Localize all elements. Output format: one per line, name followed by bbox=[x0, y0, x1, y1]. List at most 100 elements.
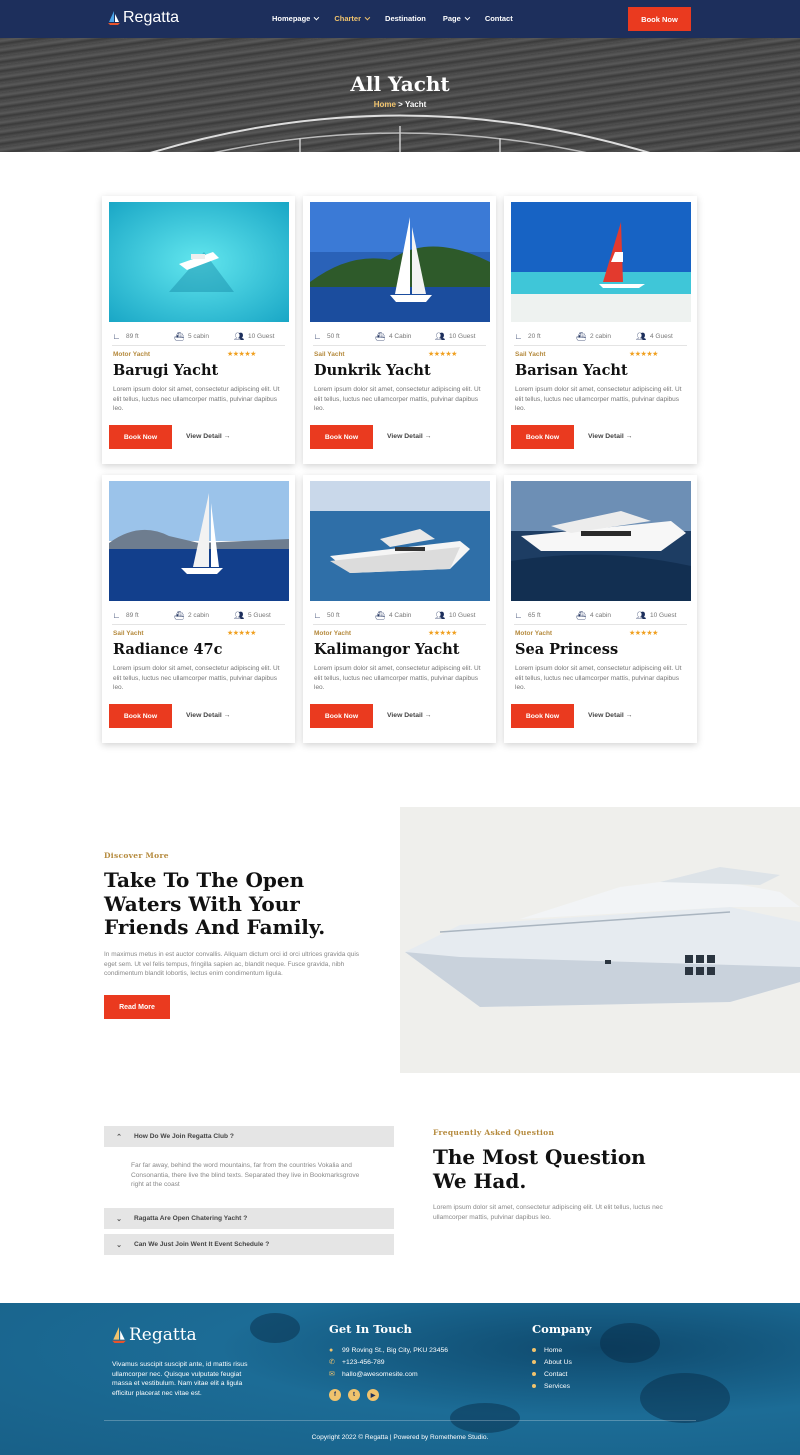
menu-item-contact[interactable]: Contact bbox=[485, 14, 513, 23]
yacht-name[interactable]: Radiance 47c bbox=[113, 641, 222, 658]
book-now-button[interactable]: Book Now bbox=[310, 425, 373, 449]
length-spec: ∟ 20 ft bbox=[514, 332, 541, 341]
yacht-specs: ∟ 50 ft ⛴ 4 Cabin 👥︎ 10 Guest bbox=[313, 611, 486, 625]
book-now-button[interactable]: Book Now bbox=[511, 425, 574, 449]
read-more-button[interactable]: Read More bbox=[104, 995, 170, 1019]
nav-book-now-button[interactable]: Book Now bbox=[628, 7, 691, 31]
view-detail-link[interactable]: View Detail → bbox=[387, 712, 431, 719]
cabin-spec: ⛴ 2 cabin bbox=[174, 611, 209, 620]
yacht-specs: ∟ 89 ft ⛴ 2 cabin 👥︎ 5 Guest bbox=[112, 611, 285, 625]
phone-text[interactable]: +123-456-789 bbox=[342, 1359, 385, 1366]
yacht-name[interactable]: Dunkrik Yacht bbox=[314, 362, 431, 379]
book-now-button[interactable]: Book Now bbox=[310, 704, 373, 728]
ship-icon: ⛴ bbox=[375, 332, 386, 341]
faq-tag: Frequently Asked Question bbox=[433, 1128, 555, 1137]
arrow-right-icon: → bbox=[625, 712, 633, 719]
yacht-card: ∟ 89 ft ⛴ 2 cabin 👥︎ 5 Guest Sail Yacht ★★★… bbox=[102, 475, 295, 743]
footer-link-contact[interactable]: Contact bbox=[532, 1368, 572, 1380]
book-now-button[interactable]: Book Now bbox=[511, 704, 574, 728]
email-text[interactable]: hallo@awesomesite.com bbox=[342, 1371, 418, 1378]
menu-item-page[interactable]: Page bbox=[443, 14, 471, 23]
yacht-description: Lorem ipsum dolor sit amet, consectetur … bbox=[314, 386, 481, 412]
menu-item-homepage[interactable]: Homepage bbox=[272, 14, 320, 23]
chevron-down-icon bbox=[313, 14, 320, 20]
users-icon: 👥︎ bbox=[636, 611, 647, 620]
faq-question-text: Can We Just Join Went It Event Schedule … bbox=[134, 1241, 270, 1248]
yacht-photo[interactable] bbox=[511, 481, 691, 601]
yacht-specs: ∟ 50 ft ⛴ 4 Cabin 👥︎ 10 Guest bbox=[313, 332, 486, 346]
yacht-photo[interactable] bbox=[109, 202, 289, 322]
cabin-value: 2 cabin bbox=[188, 612, 209, 619]
length-value: 89 ft bbox=[126, 612, 139, 619]
yacht-card: ∟ 20 ft ⛴ 2 cabin 👥︎ 4 Guest Sail Yacht ★★★… bbox=[504, 196, 697, 464]
yacht-type: Sail Yacht bbox=[113, 630, 144, 637]
cabin-value: 2 cabin bbox=[590, 333, 611, 340]
rating-stars-icon: ★★★★★ bbox=[629, 351, 658, 358]
youtube-icon[interactable]: ▶ bbox=[367, 1389, 379, 1401]
brand-logo[interactable]: Regatta bbox=[108, 9, 179, 27]
page-title: All Yacht bbox=[350, 72, 450, 96]
rating-stars-icon: ★★★★★ bbox=[428, 630, 457, 637]
yacht-name[interactable]: Kalimangor Yacht bbox=[314, 641, 459, 658]
cabin-spec: ⛴ 5 cabin bbox=[174, 332, 209, 341]
faq-question[interactable]: ⌄ Can We Just Join Went It Event Schedule… bbox=[104, 1234, 394, 1255]
faq-question-open[interactable]: ⌃ How Do We Join Regatta Club ? bbox=[104, 1126, 394, 1147]
view-detail-link[interactable]: View Detail → bbox=[588, 433, 632, 440]
ruler-icon: ∟ bbox=[514, 332, 523, 341]
yacht-photo[interactable] bbox=[511, 202, 691, 322]
view-detail-link[interactable]: View Detail → bbox=[186, 712, 230, 719]
faq-question[interactable]: ⌄ Ragatta Are Open Chatering Yacht ? bbox=[104, 1208, 394, 1229]
view-detail-label: View Detail bbox=[186, 433, 222, 440]
twitter-icon[interactable]: t bbox=[348, 1389, 360, 1401]
view-detail-link[interactable]: View Detail → bbox=[588, 712, 632, 719]
book-now-button[interactable]: Book Now bbox=[109, 704, 172, 728]
book-now-button[interactable]: Book Now bbox=[109, 425, 172, 449]
length-value: 20 ft bbox=[528, 333, 541, 340]
facebook-icon[interactable]: f bbox=[329, 1389, 341, 1401]
view-detail-link[interactable]: View Detail → bbox=[186, 433, 230, 440]
bullet-icon bbox=[532, 1348, 536, 1352]
footer-divider bbox=[104, 1420, 696, 1421]
footer-link-services[interactable]: Services bbox=[532, 1380, 572, 1392]
menu-item-charter[interactable]: Charter bbox=[334, 14, 371, 23]
footer-link-about[interactable]: About Us bbox=[532, 1356, 572, 1368]
yacht-photo[interactable] bbox=[109, 481, 289, 601]
yacht-type: Sail Yacht bbox=[515, 351, 546, 358]
footer-company-heading: Company bbox=[532, 1322, 592, 1336]
yacht-name[interactable]: Barisan Yacht bbox=[515, 362, 628, 379]
yacht-name[interactable]: Sea Princess bbox=[515, 641, 618, 658]
guest-value: 5 Guest bbox=[248, 612, 271, 619]
main-menu: Homepage Charter Destination Page Contac… bbox=[272, 14, 530, 23]
brand-name: Regatta bbox=[123, 9, 180, 26]
breadcrumb: Home > Yacht bbox=[0, 100, 800, 109]
arrow-right-icon: → bbox=[223, 712, 231, 719]
ship-icon: ⛴ bbox=[174, 611, 185, 620]
guest-value: 10 Guest bbox=[449, 333, 476, 340]
view-detail-link[interactable]: View Detail → bbox=[387, 433, 431, 440]
yacht-photo[interactable] bbox=[310, 481, 490, 601]
faq-text: Lorem ipsum dolor sit amet, consectetur … bbox=[433, 1204, 663, 1221]
view-detail-label: View Detail bbox=[588, 433, 624, 440]
users-icon: 👥︎ bbox=[234, 332, 245, 341]
yacht-type: Motor Yacht bbox=[515, 630, 553, 637]
yacht-photo[interactable] bbox=[310, 202, 490, 322]
chevron-down-icon: ⌄ bbox=[116, 1215, 122, 1223]
breadcrumb-home-link[interactable]: Home bbox=[374, 100, 396, 109]
menu-item-destination[interactable]: Destination bbox=[385, 14, 426, 23]
chevron-down-icon bbox=[364, 14, 371, 20]
footer-brand-logo[interactable]: Regatta bbox=[112, 1325, 197, 1345]
yacht-name[interactable]: Barugi Yacht bbox=[113, 362, 218, 379]
yacht-description: Lorem ipsum dolor sit amet, consectetur … bbox=[515, 386, 682, 412]
arrow-right-icon: → bbox=[625, 433, 633, 440]
address-text: 99 Roving St., Big City, PKU 23456 bbox=[342, 1346, 449, 1354]
users-icon: 👥︎ bbox=[435, 611, 446, 620]
view-detail-label: View Detail bbox=[387, 712, 423, 719]
breadcrumb-separator: > bbox=[395, 100, 405, 109]
footer-link-label: Services bbox=[544, 1382, 571, 1390]
footer-link-home[interactable]: Home bbox=[532, 1344, 572, 1356]
length-value: 89 ft bbox=[126, 333, 139, 340]
phone-icon: ✆ bbox=[329, 1359, 335, 1366]
cabin-value: 5 cabin bbox=[188, 333, 209, 340]
sailboat-logo-icon bbox=[108, 11, 120, 25]
bullet-icon bbox=[532, 1372, 536, 1376]
